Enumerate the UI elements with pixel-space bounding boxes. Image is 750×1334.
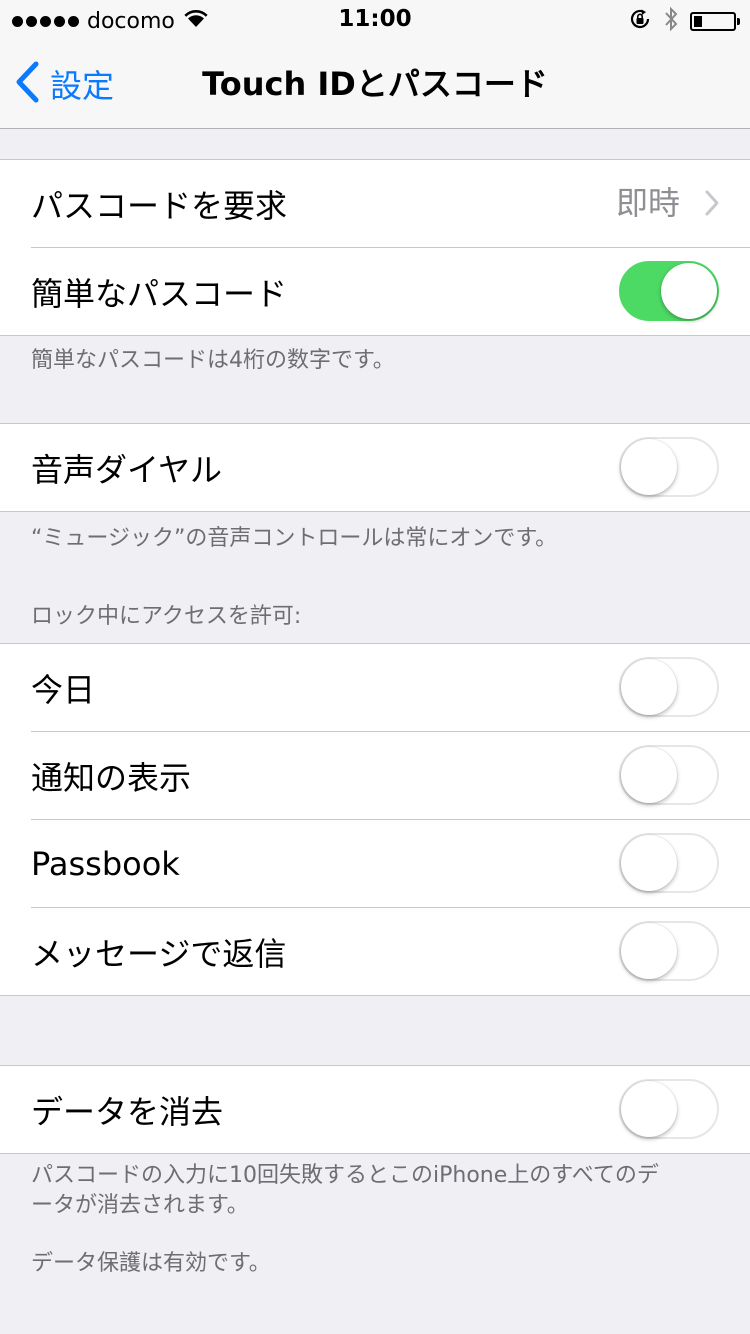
- simple-passcode-label: 簡単なパスコード: [31, 274, 288, 313]
- voice-dial-toggle[interactable]: [619, 437, 719, 497]
- lock-access-notifications-label: 通知の表示: [31, 758, 192, 797]
- battery-icon: [690, 11, 740, 31]
- erase-data-toggle[interactable]: [619, 1079, 719, 1139]
- lock-access-reply-row: メッセージで返信: [0, 907, 750, 995]
- erase-data-footer: パスコードの入力に10回失敗するとこのiPhone上のすべてのデ ータが消去され…: [31, 1163, 659, 1218]
- lock-access-passbook-label: Passbook: [31, 844, 180, 883]
- chevron-right-icon: [704, 189, 720, 221]
- lock-access-group: 今日 通知の表示 Passbook メッセージで返信: [0, 643, 750, 996]
- lock-access-header: ロック中にアクセスを許可:: [31, 604, 302, 629]
- lock-access-reply-label: メッセージで返信: [31, 934, 287, 973]
- voice-dial-label: 音声ダイヤル: [31, 450, 223, 489]
- data-protection-footer: データ保護は有効です。: [31, 1251, 271, 1276]
- require-passcode-value: 即時: [615, 184, 680, 222]
- rotation-lock-icon: [628, 7, 652, 35]
- lock-access-today-row: 今日: [0, 644, 750, 731]
- status-bar: docomo 11:00: [0, 0, 750, 40]
- voice-dial-footer: “ミュージック”の音声コントロールは常にオンです。: [31, 526, 558, 551]
- erase-data-row: データを消去: [0, 1066, 750, 1153]
- simple-passcode-row: 簡単なパスコード: [0, 247, 750, 335]
- lock-access-reply-toggle[interactable]: [619, 921, 719, 981]
- lock-access-today-toggle[interactable]: [619, 657, 719, 717]
- require-passcode-label: パスコードを要求: [31, 186, 288, 225]
- require-passcode-row[interactable]: パスコードを要求 即時: [0, 160, 750, 247]
- voice-dial-group: 音声ダイヤル: [0, 423, 750, 512]
- navigation-bar: 設定 Touch IDとパスコード: [0, 40, 750, 129]
- passcode-group: パスコードを要求 即時 簡単なパスコード: [0, 159, 750, 336]
- lock-access-notifications-row: 通知の表示: [0, 731, 750, 819]
- erase-data-label: データを消去: [31, 1092, 224, 1131]
- bluetooth-icon: [664, 6, 678, 36]
- simple-passcode-toggle[interactable]: [619, 261, 719, 321]
- page-title: Touch IDとパスコード: [202, 65, 548, 103]
- lock-access-notifications-toggle[interactable]: [619, 745, 719, 805]
- status-right: [628, 6, 740, 36]
- lock-access-passbook-toggle[interactable]: [619, 833, 719, 893]
- erase-data-group: データを消去: [0, 1065, 750, 1154]
- lock-access-passbook-row: Passbook: [0, 819, 750, 907]
- lock-access-today-label: 今日: [31, 670, 96, 709]
- simple-passcode-footer: 簡単なパスコードは4桁の数字です。: [31, 348, 395, 373]
- voice-dial-row: 音声ダイヤル: [0, 424, 750, 511]
